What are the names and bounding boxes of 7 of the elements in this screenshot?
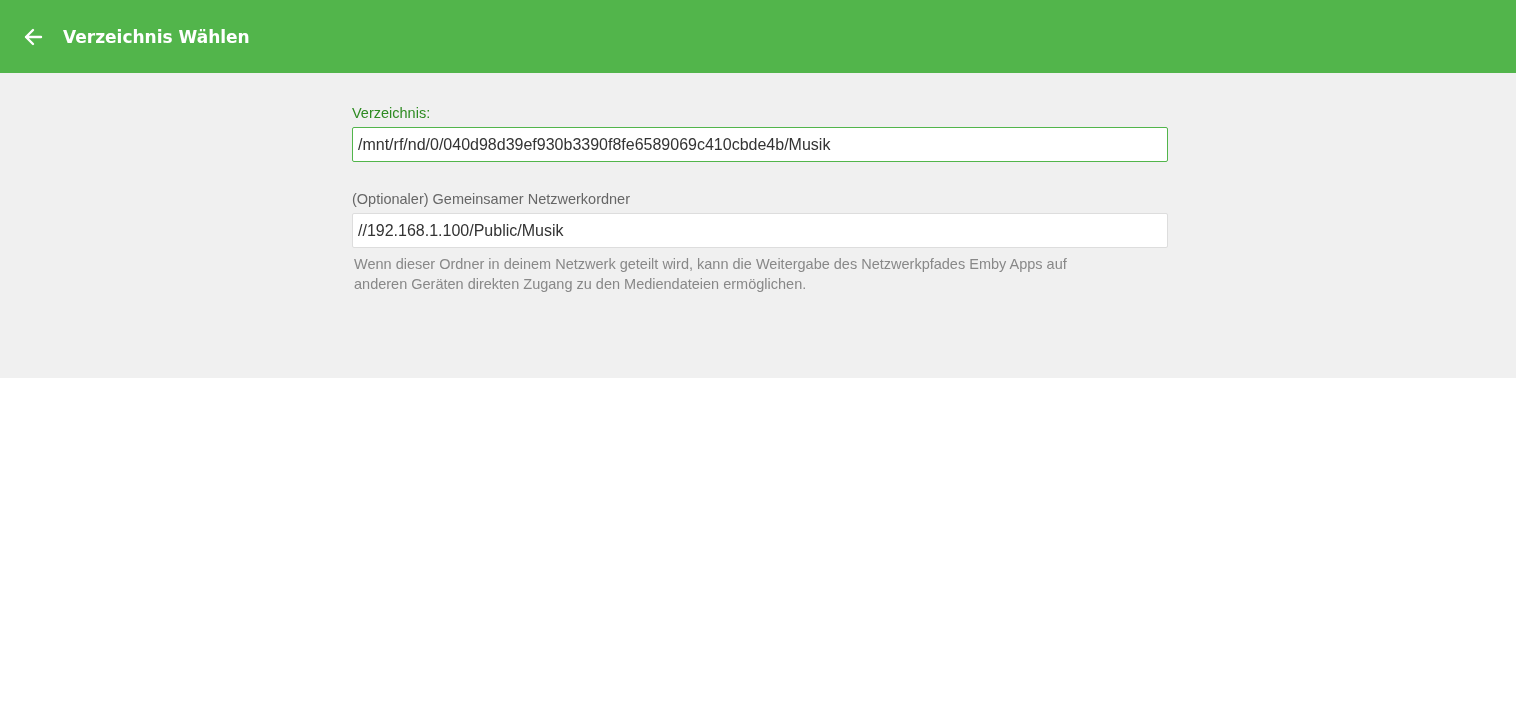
page-title: Verzeichnis Wählen (63, 26, 250, 47)
back-arrow-icon (23, 26, 43, 47)
text-field[interactable]: /mnt/rf/nd/0/040d98d39ef930b3390f8fe6589069c410cbde4b/Musik (352, 127, 1168, 162)
field-label: (Optionaler) Gemeinsamer Netzwerkordner (352, 191, 630, 207)
text-field[interactable]: //192.168.1.100/Public/Musik (352, 213, 1168, 248)
help-text: Wenn dieser Ordner in deinem Netzwerk geteilt wird, kann die Weitergabe des Netzwerkpfades Emby Apps auf anderen Geräten direkten Zugang zu den Mediendateien ermöglichen. (354, 255, 1068, 294)
field-label: Verzeichnis: (352, 105, 431, 121)
